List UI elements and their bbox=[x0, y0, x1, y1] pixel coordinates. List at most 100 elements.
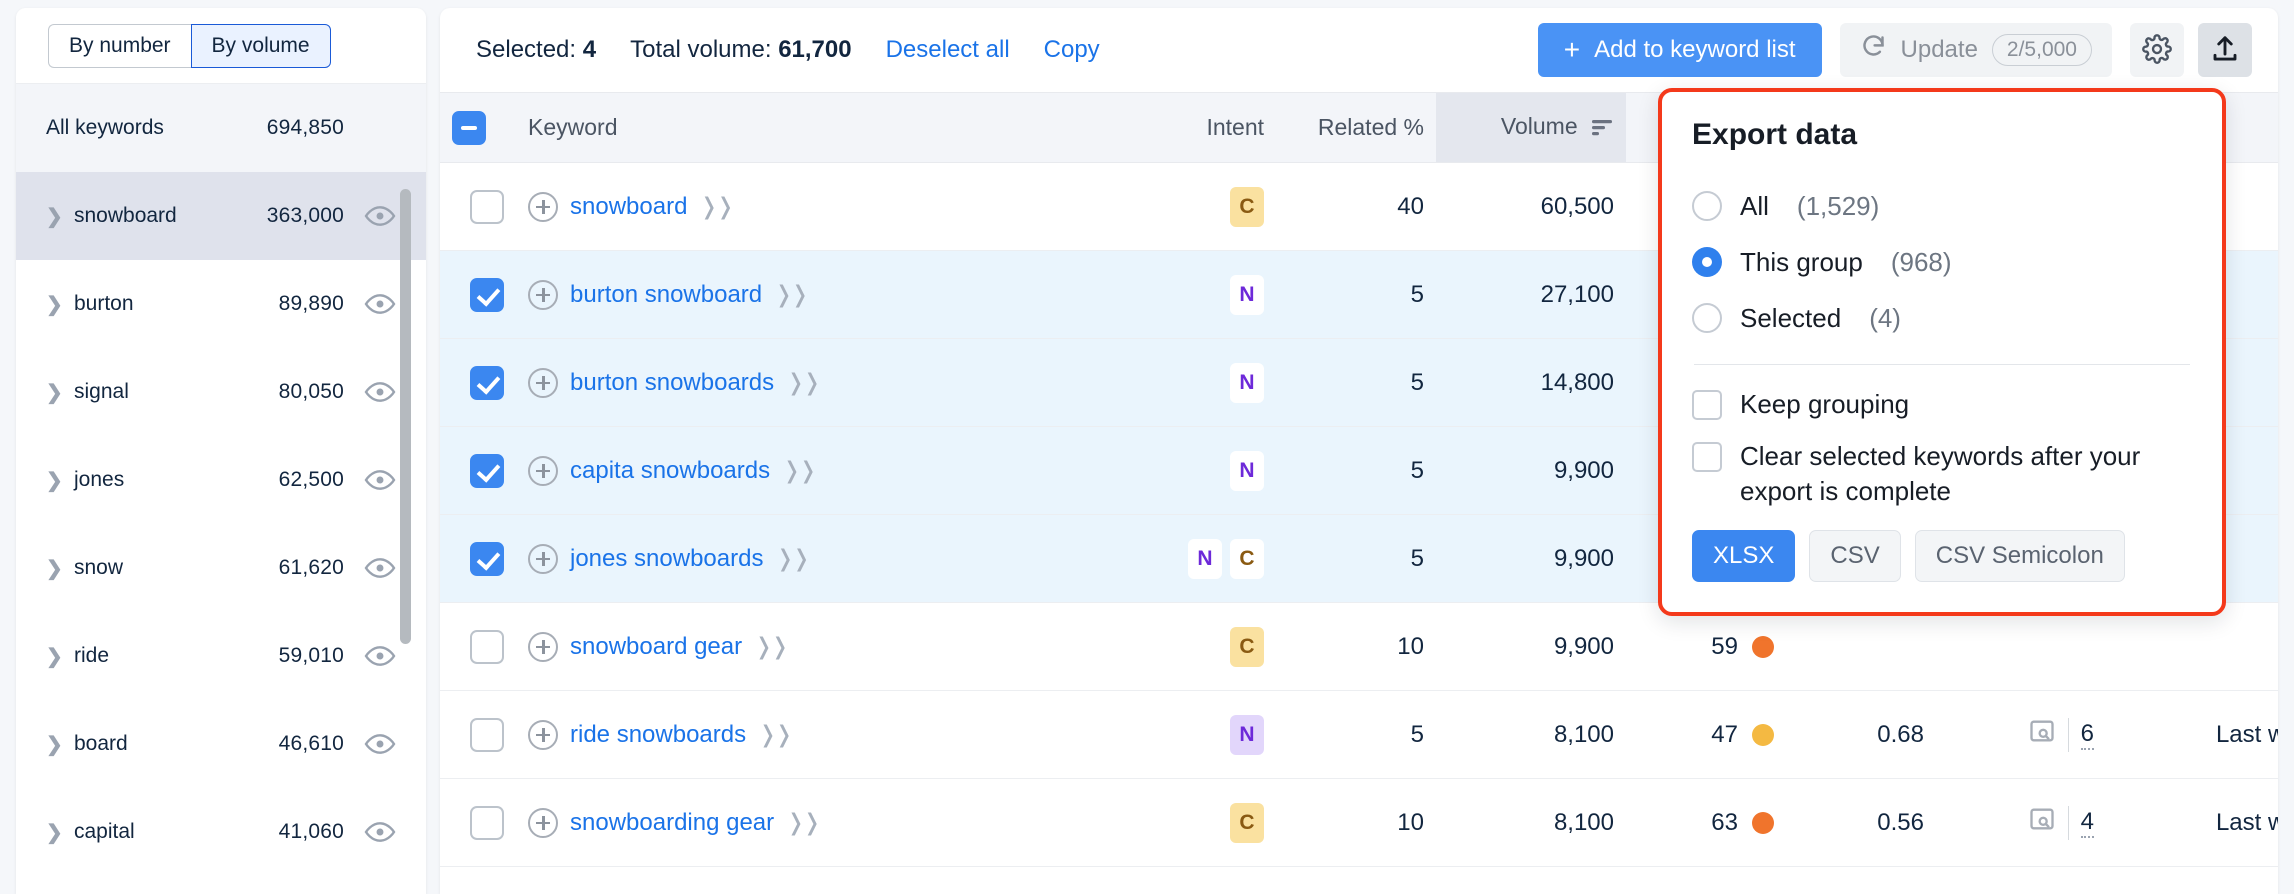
col-keyword[interactable]: Keyword bbox=[516, 93, 1076, 163]
col-intent[interactable]: Intent bbox=[1076, 93, 1276, 163]
export-scope-selected[interactable]: Selected(4) bbox=[1692, 290, 2192, 346]
chevron-double-right-icon[interactable]: ❭❭ bbox=[774, 281, 807, 308]
chevron-right-icon[interactable]: ❯ bbox=[46, 292, 74, 317]
intent-badge-c[interactable]: C bbox=[1230, 539, 1264, 579]
row-checkbox[interactable] bbox=[470, 718, 504, 752]
eye-icon[interactable] bbox=[344, 288, 396, 320]
keyword-link[interactable]: snowboarding gear bbox=[570, 809, 774, 837]
add-keyword-icon[interactable] bbox=[528, 544, 558, 574]
eye-icon[interactable] bbox=[344, 464, 396, 496]
chevron-right-icon[interactable]: ❯ bbox=[46, 380, 74, 405]
chevron-right-icon[interactable]: ❯ bbox=[46, 820, 74, 845]
sidebar-item-board[interactable]: ❯board46,610 bbox=[16, 700, 426, 788]
select-all-header[interactable] bbox=[440, 93, 516, 163]
export-format-xlsx[interactable]: XLSX bbox=[1692, 530, 1795, 582]
chevron-double-right-icon[interactable]: ❭❭ bbox=[786, 369, 819, 396]
eye-icon[interactable] bbox=[344, 816, 396, 848]
chevron-right-icon[interactable]: ❯ bbox=[46, 644, 74, 669]
row-select-cell[interactable] bbox=[440, 603, 516, 691]
update-button[interactable]: Update 2/5,000 bbox=[1840, 23, 2112, 77]
intent-badge-c[interactable]: C bbox=[1230, 187, 1264, 227]
keyword-link[interactable]: burton snowboard bbox=[570, 281, 762, 309]
intent-badge-c[interactable]: C bbox=[1230, 627, 1264, 667]
chevron-double-right-icon[interactable]: ❭❭ bbox=[754, 633, 787, 660]
row-select-cell[interactable] bbox=[440, 779, 516, 867]
sort-mode-toggle[interactable]: By number By volume bbox=[48, 24, 331, 68]
add-keyword-icon[interactable] bbox=[528, 192, 558, 222]
sidebar-item-burton[interactable]: ❯burton89,890 bbox=[16, 260, 426, 348]
export-format-csv-semicolon[interactable]: CSV Semicolon bbox=[1915, 530, 2125, 582]
deselect-all-link[interactable]: Deselect all bbox=[886, 36, 1010, 64]
row-checkbox[interactable] bbox=[470, 630, 504, 664]
row-checkbox[interactable] bbox=[470, 278, 504, 312]
chevron-right-icon[interactable]: ❯ bbox=[46, 556, 74, 581]
row-checkbox[interactable] bbox=[470, 542, 504, 576]
radio-button[interactable] bbox=[1692, 303, 1722, 333]
add-keyword-icon[interactable] bbox=[528, 808, 558, 838]
row-select-cell[interactable] bbox=[440, 251, 516, 339]
chevron-right-icon[interactable]: ❯ bbox=[46, 204, 74, 229]
export-format-csv[interactable]: CSV bbox=[1809, 530, 1900, 582]
row-select-cell[interactable] bbox=[440, 427, 516, 515]
add-keyword-icon[interactable] bbox=[528, 368, 558, 398]
chevron-double-right-icon[interactable]: ❭❭ bbox=[699, 193, 732, 220]
keyword-link[interactable]: snowboard gear bbox=[570, 633, 742, 661]
sidebar-item-capital[interactable]: ❯capital41,060 bbox=[16, 788, 426, 876]
keyword-link[interactable]: snowboard bbox=[570, 193, 687, 221]
keyword-link[interactable]: jones snowboards bbox=[570, 545, 763, 573]
add-keyword-icon[interactable] bbox=[528, 632, 558, 662]
export-option-keep-grouping[interactable]: Keep grouping bbox=[1692, 387, 2192, 421]
settings-button[interactable] bbox=[2130, 23, 2184, 77]
add-to-keyword-list-button[interactable]: + Add to keyword list bbox=[1538, 23, 1822, 77]
sidebar-scrollbar-thumb[interactable] bbox=[400, 189, 411, 644]
keyword-link[interactable]: ride snowboards bbox=[570, 721, 746, 749]
sidebar-item-snow[interactable]: ❯snow61,620 bbox=[16, 524, 426, 612]
row-select-cell[interactable] bbox=[440, 691, 516, 779]
add-keyword-icon[interactable] bbox=[528, 280, 558, 310]
row-checkbox[interactable] bbox=[470, 366, 504, 400]
intent-badge-n[interactable]: N bbox=[1188, 539, 1222, 579]
add-keyword-icon[interactable] bbox=[528, 720, 558, 750]
export-scope-all[interactable]: All(1,529) bbox=[1692, 178, 2192, 234]
row-select-cell[interactable] bbox=[440, 515, 516, 603]
toggle-by-number[interactable]: By number bbox=[48, 24, 191, 68]
keyword-link[interactable]: burton snowboards bbox=[570, 369, 774, 397]
add-keyword-icon[interactable] bbox=[528, 456, 558, 486]
row-checkbox[interactable] bbox=[470, 806, 504, 840]
export-scope-this-group[interactable]: This group(968) bbox=[1692, 234, 2192, 290]
intent-badge-c[interactable]: C bbox=[1230, 803, 1264, 843]
chevron-right-icon[interactable]: ❯ bbox=[46, 732, 74, 757]
row-checkbox[interactable] bbox=[470, 190, 504, 224]
row-checkbox[interactable] bbox=[470, 454, 504, 488]
serp-results-count[interactable]: 4 bbox=[2081, 808, 2094, 838]
toggle-by-volume[interactable]: By volume bbox=[191, 24, 331, 68]
chevron-right-icon[interactable]: ❯ bbox=[46, 468, 74, 493]
serp-results-count[interactable]: 6 bbox=[2081, 720, 2094, 750]
serp-preview-icon[interactable] bbox=[2028, 805, 2056, 840]
export-option-clear-selected[interactable]: Clear selected keywords after your expor… bbox=[1692, 439, 2192, 508]
eye-icon[interactable] bbox=[344, 640, 396, 672]
intent-badge-n[interactable]: N bbox=[1230, 363, 1264, 403]
eye-icon[interactable] bbox=[344, 728, 396, 760]
chevron-double-right-icon[interactable]: ❭❭ bbox=[758, 721, 791, 748]
export-button[interactable] bbox=[2198, 23, 2252, 77]
col-volume[interactable]: Volume bbox=[1436, 93, 1626, 163]
radio-button[interactable] bbox=[1692, 247, 1722, 277]
row-select-cell[interactable] bbox=[440, 339, 516, 427]
checkbox[interactable] bbox=[1692, 442, 1722, 472]
copy-link[interactable]: Copy bbox=[1044, 36, 1100, 64]
eye-icon[interactable] bbox=[344, 376, 396, 408]
intent-badge-n[interactable]: N bbox=[1230, 715, 1264, 755]
eye-icon[interactable] bbox=[344, 200, 396, 232]
sort-icon[interactable] bbox=[1592, 115, 1614, 142]
table-row[interactable]: snowboarding gear❭❭C108,100630.564Last w… bbox=[440, 779, 2278, 867]
serp-preview-icon[interactable] bbox=[2028, 717, 2056, 752]
table-row[interactable]: ride snowboards❭❭N58,100470.686Last week bbox=[440, 691, 2278, 779]
sidebar-item-all-keywords[interactable]: All keywords 694,850 bbox=[16, 84, 426, 172]
row-select-cell[interactable] bbox=[440, 163, 516, 251]
eye-icon[interactable] bbox=[344, 552, 396, 584]
sidebar-item-jones[interactable]: ❯jones62,500 bbox=[16, 436, 426, 524]
chevron-double-right-icon[interactable]: ❭❭ bbox=[775, 545, 808, 572]
chevron-double-right-icon[interactable]: ❭❭ bbox=[782, 457, 815, 484]
sidebar-item-signal[interactable]: ❯signal80,050 bbox=[16, 348, 426, 436]
